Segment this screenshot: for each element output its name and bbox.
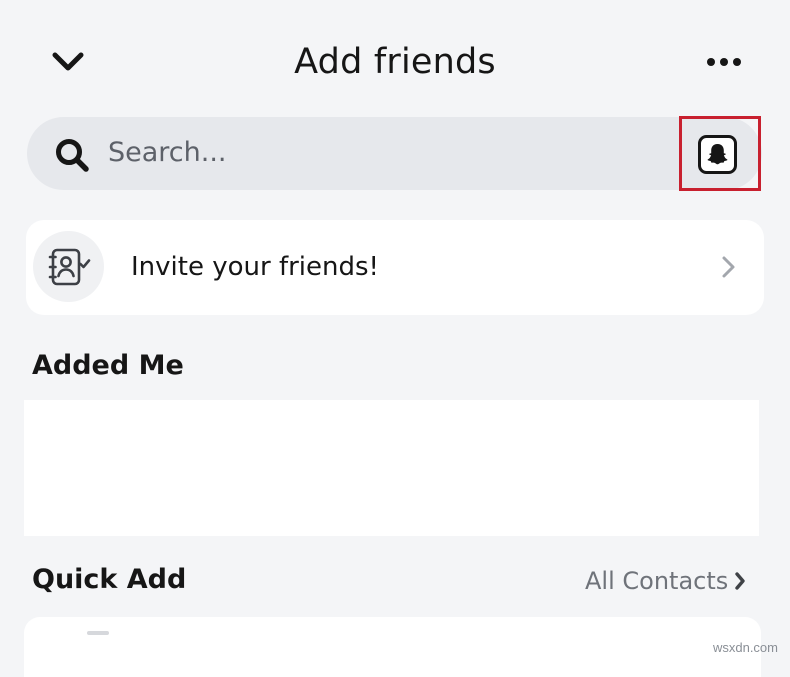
- invite-friends-row[interactable]: Invite your friends!: [26, 220, 764, 315]
- chevron-right-icon: [735, 572, 745, 590]
- close-button[interactable]: [44, 38, 92, 86]
- more-dot: [733, 58, 741, 66]
- quick-add-heading: Quick Add: [32, 564, 187, 595]
- snapcode-button[interactable]: [697, 134, 738, 175]
- added-me-heading: Added Me: [32, 350, 184, 381]
- added-me-list: [24, 400, 759, 536]
- all-contacts-label: All Contacts: [585, 567, 729, 595]
- all-contacts-link[interactable]: All Contacts: [585, 563, 747, 599]
- search-input[interactable]: Search...: [27, 117, 762, 190]
- contacts-book-check-icon: [48, 248, 90, 285]
- invite-avatar: [33, 231, 104, 302]
- header: Add friends: [0, 0, 790, 112]
- more-options-button[interactable]: [700, 38, 748, 86]
- chevron-right-icon: [722, 256, 735, 278]
- watermark: wsxdn.com: [712, 640, 778, 655]
- page-title: Add friends: [294, 42, 496, 82]
- search-icon: [56, 139, 89, 172]
- more-horizontal-icon: [707, 58, 715, 66]
- ghost-icon: [698, 135, 737, 174]
- more-dot: [720, 58, 728, 66]
- avatar: [87, 631, 109, 635]
- search-placeholder: Search...: [108, 137, 227, 168]
- quick-add-list: [24, 617, 761, 677]
- chevron-down-icon: [52, 52, 84, 71]
- invite-label: Invite your friends!: [131, 252, 379, 282]
